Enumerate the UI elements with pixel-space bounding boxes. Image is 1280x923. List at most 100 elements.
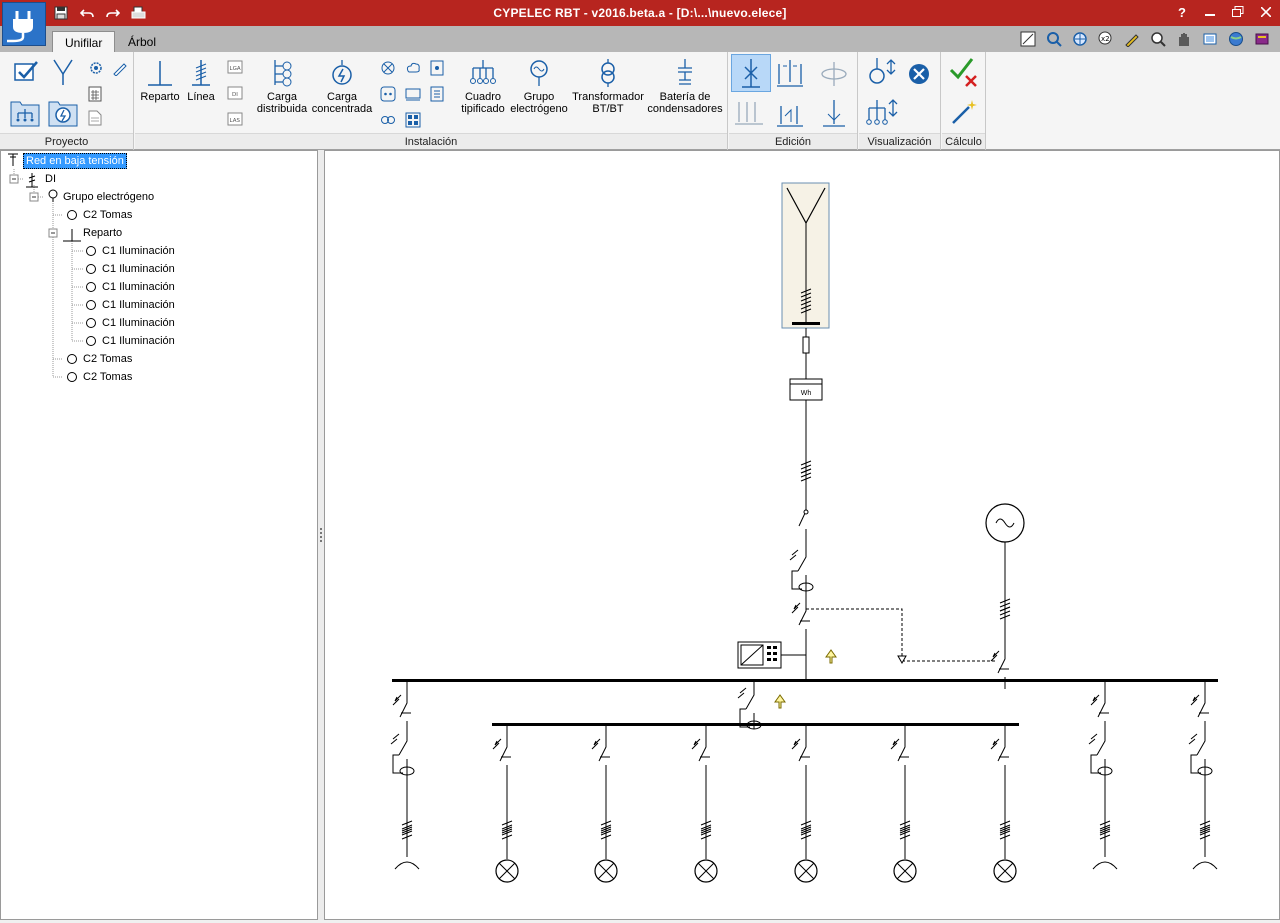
- box-star-icon[interactable]: [430, 60, 444, 79]
- cuadro-line2: tipificado: [461, 103, 505, 115]
- lga-small-button[interactable]: LGA: [227, 60, 243, 77]
- di-small-button[interactable]: DI: [227, 86, 243, 103]
- copy-branch-icon[interactable]: [733, 96, 767, 133]
- box-doc-icon[interactable]: [430, 86, 444, 105]
- main-busbar[interactable]: [392, 679, 1218, 682]
- zoom-window-icon[interactable]: [1016, 29, 1040, 49]
- minimize-button[interactable]: [1196, 0, 1224, 24]
- calculator-icon[interactable]: [88, 86, 102, 105]
- circuit-c2-left: [390, 682, 420, 870]
- window-controls: ?: [1168, 0, 1280, 24]
- single-line-diagram: Wh: [390, 182, 1218, 883]
- close-circle-icon[interactable]: [907, 62, 931, 89]
- diagram-canvas[interactable]: Wh: [324, 150, 1280, 920]
- cuadro-line1: Cuadro: [464, 91, 502, 103]
- zoom-in-icon[interactable]: [1146, 29, 1170, 49]
- tree-node-root[interactable]: Red en baja tensión: [23, 153, 127, 169]
- pan-target-icon[interactable]: [1068, 29, 1092, 49]
- tree-node-light-6[interactable]: C1 Iluminación: [100, 333, 177, 349]
- tree-c2c-label: C2 Tomas: [83, 371, 133, 383]
- select-tool-button[interactable]: [731, 54, 771, 92]
- tree-panel: Red en baja tensión DI Grupo electrógeno…: [0, 150, 318, 920]
- settings-gear-icon[interactable]: [88, 60, 104, 79]
- tree-node-light-4[interactable]: C1 Iluminación: [100, 297, 177, 313]
- socket-small-icon[interactable]: [380, 86, 396, 105]
- las-small-button[interactable]: LAS: [227, 112, 243, 129]
- tree-node-grupo[interactable]: Grupo electrógeno: [61, 189, 156, 205]
- zoom-x2-icon[interactable]: x2: [1094, 29, 1118, 49]
- insert-between-icon[interactable]: [817, 96, 851, 133]
- reparto-button[interactable]: Reparto: [139, 58, 181, 103]
- draw-pencil-icon[interactable]: [1120, 29, 1144, 49]
- bateria-line2: condensadores: [647, 103, 723, 115]
- tree-light-label: C1 Iluminación: [102, 245, 175, 257]
- book-icon[interactable]: [1250, 29, 1274, 49]
- carga-distribuida-button[interactable]: Carga distribuida: [253, 58, 311, 115]
- tab-arbol[interactable]: Árbol: [116, 31, 168, 52]
- magic-wand-icon[interactable]: [950, 98, 978, 129]
- panel-grid-icon[interactable]: [405, 112, 421, 131]
- restore-button[interactable]: [1224, 0, 1252, 24]
- distributed-load-icon: [274, 60, 292, 87]
- cloud-load-icon[interactable]: [405, 60, 421, 79]
- svg-text:x2: x2: [1101, 35, 1110, 43]
- expand-node-icon[interactable]: [865, 56, 899, 93]
- sub-busbar[interactable]: [492, 723, 1019, 726]
- tree-node-di[interactable]: DI: [43, 171, 58, 187]
- tree-node-c2-b[interactable]: C2 Tomas: [81, 351, 134, 367]
- carga-distribuida-line1: Carga: [267, 91, 297, 103]
- circuit-c2-right-1: [1088, 682, 1118, 870]
- tree-node-c2-c[interactable]: C2 Tomas: [81, 369, 134, 385]
- window-title: CYPELEC RBT - v2016.beta.a - [D:\...\nue…: [493, 6, 787, 20]
- rotate-element-icon[interactable]: [817, 58, 851, 95]
- bus-edit-icon[interactable]: [773, 56, 807, 93]
- help-button[interactable]: ?: [1168, 0, 1196, 24]
- circuit-c2-right-2: [1188, 682, 1218, 870]
- lamp-small-icon[interactable]: [380, 60, 396, 79]
- carga-concentrada-button[interactable]: Carga concentrada: [311, 58, 373, 115]
- carga-distribuida-line2: distribuida: [256, 103, 308, 115]
- grupo-electrogeno-button[interactable]: Grupo electrógeno: [509, 58, 569, 115]
- zoom-all-icon[interactable]: [1042, 29, 1066, 49]
- document-icon[interactable]: [88, 110, 102, 129]
- ribbon-group-visualizacion: Visualización: [859, 52, 941, 150]
- close-button[interactable]: [1252, 0, 1280, 24]
- tree-node-c2-a[interactable]: C2 Tomas: [81, 207, 134, 223]
- tree-reparto-label: Reparto: [83, 227, 123, 239]
- tree-node-light-1[interactable]: C1 Iluminación: [100, 243, 177, 259]
- transformador-button[interactable]: Transformador BT/BT: [571, 58, 645, 115]
- tree-light-label: C1 Iluminación: [102, 263, 175, 275]
- tree-node-light-3[interactable]: C1 Iluminación: [100, 279, 177, 295]
- move-branch-icon[interactable]: [773, 96, 807, 133]
- fuse-icon[interactable]: [802, 336, 810, 354]
- tree-light-label: C1 Iluminación: [102, 335, 175, 347]
- check-errors-icon[interactable]: [948, 56, 980, 91]
- redraw-icon[interactable]: [1198, 29, 1222, 49]
- interlock-line: [806, 608, 997, 662]
- tree-light-label: C1 Iluminación: [102, 281, 175, 293]
- tree-node-light-2[interactable]: C1 Iluminación: [100, 261, 177, 277]
- cuadro-tipificado-button[interactable]: Cuadro tipificado: [457, 58, 509, 115]
- pan-hand-icon[interactable]: [1172, 29, 1196, 49]
- generator-icon: [530, 60, 548, 86]
- network-folder-icon[interactable]: [10, 98, 40, 131]
- globe-icon[interactable]: [1224, 29, 1248, 49]
- expand-tree-icon[interactable]: [865, 96, 899, 133]
- tab-unifilar[interactable]: Unifilar: [52, 31, 116, 52]
- heater-icon[interactable]: [405, 86, 421, 105]
- linea-button[interactable]: Línea: [183, 58, 219, 103]
- circuit-c1-2: [591, 726, 618, 883]
- group-label-edicion: Edición: [729, 133, 857, 149]
- checkbox-icon[interactable]: [12, 58, 40, 87]
- energy-folder-icon[interactable]: [48, 98, 78, 131]
- tree-node-reparto[interactable]: Reparto: [81, 225, 124, 241]
- tree-node-light-5[interactable]: C1 Iluminación: [100, 315, 177, 331]
- app-menu-button[interactable]: [2, 2, 46, 46]
- edit-pencil-icon[interactable]: [112, 60, 128, 79]
- linea-icon: [192, 60, 210, 86]
- carga-concentrada-line1: Carga: [327, 91, 357, 103]
- funnel-icon[interactable]: [52, 58, 74, 89]
- bateria-condensadores-button[interactable]: Batería de condensadores: [645, 58, 725, 115]
- view-toolbar: x2: [1016, 29, 1274, 49]
- double-socket-icon[interactable]: [380, 112, 396, 131]
